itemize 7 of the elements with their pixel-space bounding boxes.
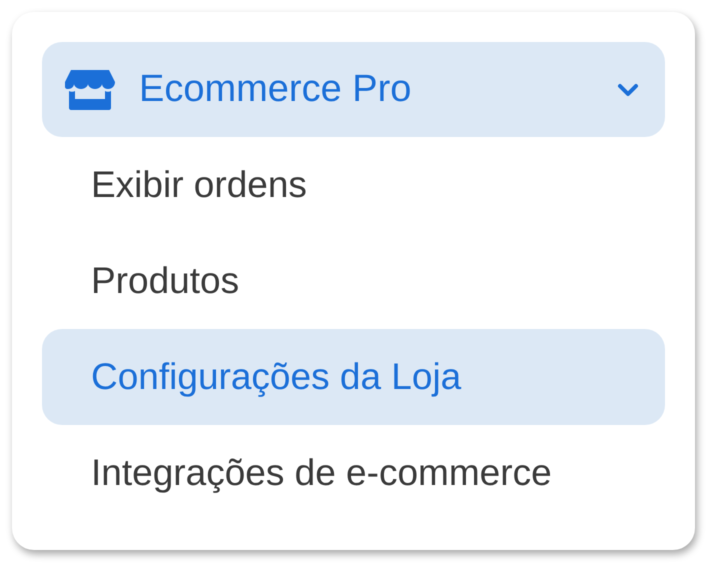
chevron-icon [617,82,639,96]
menu-header[interactable]: Ecommerce Pro [42,42,665,137]
menu-item[interactable]: Configurações da Loja [42,329,665,425]
store-icon [65,70,115,110]
menu-item[interactable]: Produtos [42,233,665,329]
menu-item[interactable]: Integrações de e-commerce [42,425,665,521]
menu-item[interactable]: Exibir ordens [42,137,665,233]
